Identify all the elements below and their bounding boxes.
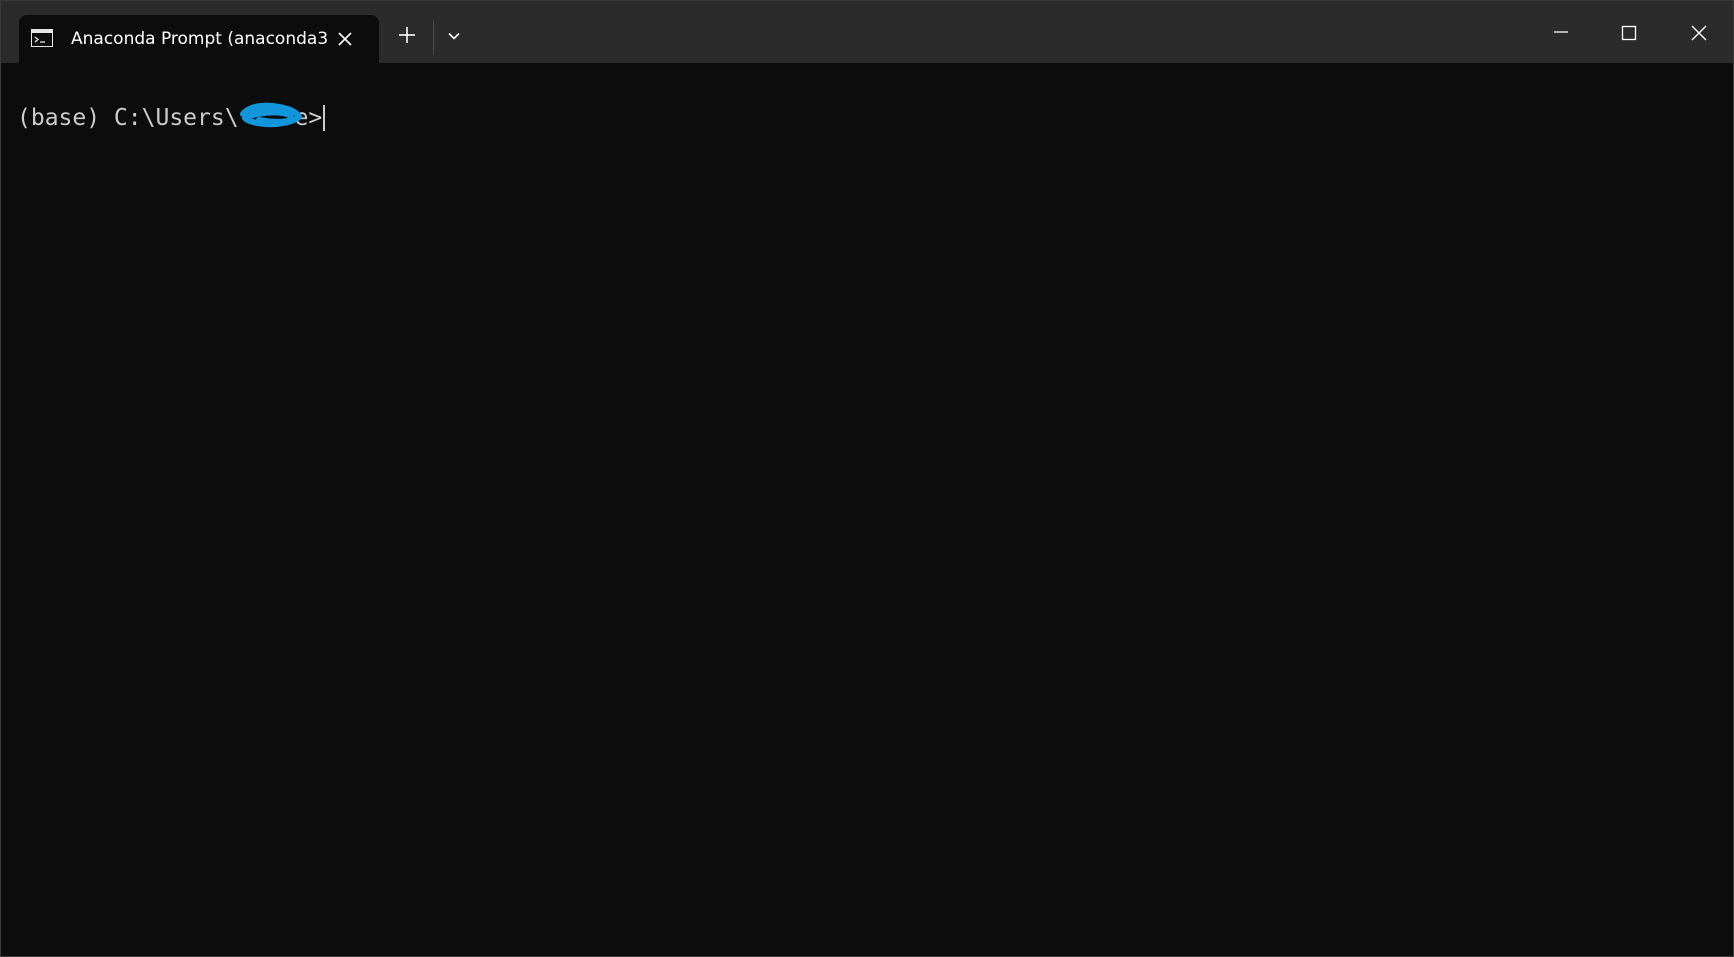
tab-anaconda-prompt[interactable]: Anaconda Prompt (anaconda3: [19, 15, 379, 63]
close-icon[interactable]: [333, 27, 357, 51]
terminal-window: Anaconda Prompt (anaconda3 (base) C:\Use…: [0, 0, 1734, 957]
chevron-down-icon[interactable]: [441, 23, 467, 49]
text-cursor: [323, 105, 326, 131]
title-bar: Anaconda Prompt (anaconda3: [1, 1, 1733, 63]
close-icon[interactable]: [1685, 19, 1713, 47]
plus-icon[interactable]: [393, 21, 421, 49]
titlebar-divider: [433, 21, 434, 55]
maximize-icon[interactable]: [1615, 19, 1643, 47]
redaction-scribble: [240, 102, 302, 128]
minimize-icon[interactable]: [1547, 19, 1575, 47]
terminal-output[interactable]: (base) C:\Users\ e>: [1, 63, 1733, 956]
terminal-icon: [31, 29, 53, 47]
tab-title: Anaconda Prompt (anaconda3: [71, 29, 329, 49]
prompt-text: (base) C:\Users\: [17, 105, 239, 131]
